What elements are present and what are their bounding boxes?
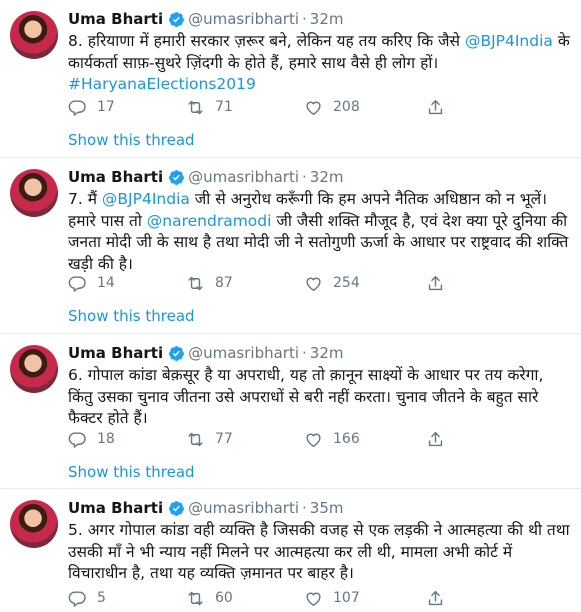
display-name[interactable]: Uma Bharti bbox=[68, 344, 163, 362]
tweet[interactable]: Uma Bharti @umasribharti · 32m 7. मैं @B… bbox=[0, 158, 581, 334]
retweet-icon bbox=[188, 100, 203, 114]
share-icon bbox=[428, 275, 443, 290]
text-segment: 5. अगर गोपाल कांडा वही व्यक्ति है जिसकी … bbox=[68, 521, 570, 582]
display-name[interactable]: Uma Bharti bbox=[68, 10, 163, 28]
share-button[interactable] bbox=[426, 97, 455, 117]
reply-count: 17 bbox=[97, 99, 115, 115]
tweet[interactable]: Uma Bharti @umasribharti · 32m 6. गोपाल … bbox=[0, 334, 581, 489]
hashtag-link[interactable]: #HaryanaElections2019 bbox=[68, 75, 256, 93]
tweet-actions: 17 71 208 bbox=[68, 97, 581, 117]
retweet-icon bbox=[188, 432, 203, 446]
timestamp[interactable]: 32m bbox=[310, 344, 344, 362]
retweet-button[interactable]: 77 bbox=[186, 429, 304, 449]
mention-link[interactable]: @BJP4India bbox=[465, 32, 553, 50]
heart-icon bbox=[306, 101, 321, 115]
display-name[interactable]: Uma Bharti bbox=[68, 499, 163, 517]
like-button[interactable]: 208 bbox=[304, 97, 422, 117]
reply-count: 18 bbox=[97, 431, 115, 447]
share-icon bbox=[428, 431, 443, 446]
like-count: 166 bbox=[333, 431, 360, 447]
reply-count: 5 bbox=[97, 590, 106, 606]
share-button[interactable] bbox=[426, 588, 455, 608]
heart-icon bbox=[306, 277, 321, 291]
reply-button[interactable]: 5 bbox=[68, 588, 186, 608]
like-button[interactable]: 166 bbox=[304, 429, 422, 449]
reply-icon bbox=[68, 275, 86, 292]
tweet-text: 7. मैं @BJP4India जी से अनुरोध करूँगी कि… bbox=[68, 189, 571, 277]
retweet-count: 87 bbox=[215, 275, 233, 291]
text-segment: 7. मैं bbox=[68, 190, 102, 208]
tweet-header: Uma Bharti @umasribharti · 32m bbox=[68, 166, 571, 188]
share-icon bbox=[428, 99, 443, 114]
reply-icon bbox=[68, 590, 86, 607]
avatar[interactable] bbox=[10, 11, 58, 59]
tweet-actions: 5 60 107 bbox=[68, 588, 581, 608]
timestamp[interactable]: 32m bbox=[310, 168, 344, 186]
tweet-header: Uma Bharti @umasribharti · 35m bbox=[68, 497, 571, 519]
like-count: 254 bbox=[333, 275, 360, 291]
retweet-icon bbox=[188, 591, 203, 605]
display-name[interactable]: Uma Bharti bbox=[68, 168, 163, 186]
share-button[interactable] bbox=[426, 429, 455, 449]
timestamp[interactable]: 35m bbox=[310, 499, 344, 517]
user-handle[interactable]: @umasribharti bbox=[188, 168, 299, 186]
reply-icon bbox=[68, 99, 86, 116]
retweet-button[interactable]: 71 bbox=[186, 97, 304, 117]
like-button[interactable]: 107 bbox=[304, 588, 422, 608]
retweet-count: 77 bbox=[215, 431, 233, 447]
tweet-header: Uma Bharti @umasribharti · 32m bbox=[68, 342, 571, 364]
like-count: 208 bbox=[333, 99, 360, 115]
like-count: 107 bbox=[333, 590, 360, 606]
user-handle[interactable]: @umasribharti bbox=[188, 10, 299, 28]
user-handle[interactable]: @umasribharti bbox=[188, 499, 299, 517]
tweet-timeline: Uma Bharti @umasribharti · 32m 8. हरियाण… bbox=[0, 0, 581, 612]
share-icon bbox=[428, 590, 443, 605]
tweet-header: Uma Bharti @umasribharti · 32m bbox=[68, 8, 571, 30]
mention-link[interactable]: @narendramodi bbox=[147, 212, 272, 230]
show-thread-link[interactable]: Show this thread bbox=[68, 463, 195, 481]
retweet-count: 60 bbox=[215, 590, 233, 606]
heart-icon bbox=[306, 433, 321, 447]
reply-count: 14 bbox=[97, 275, 115, 291]
show-thread-link[interactable]: Show this thread bbox=[68, 131, 195, 149]
tweet-actions: 18 77 166 bbox=[68, 429, 581, 449]
verified-badge-icon bbox=[168, 11, 185, 28]
show-thread-link[interactable]: Show this thread bbox=[68, 307, 195, 325]
verified-badge-icon bbox=[168, 500, 185, 517]
avatar[interactable] bbox=[10, 500, 58, 548]
reply-button[interactable]: 17 bbox=[68, 97, 186, 117]
heart-icon bbox=[306, 592, 321, 606]
verified-badge-icon bbox=[168, 345, 185, 362]
tweet-text: 8. हरियाणा में हमारी सरकार ज़रूर बने, ले… bbox=[68, 31, 571, 97]
separator-dot: · bbox=[302, 168, 307, 186]
tweet-actions: 14 87 254 bbox=[68, 273, 581, 293]
avatar[interactable] bbox=[10, 169, 58, 217]
retweet-count: 71 bbox=[215, 99, 233, 115]
share-button[interactable] bbox=[426, 273, 455, 293]
tweet-text: 6. गोपाल कांडा बेक़सूर है या अपराधी, यह … bbox=[68, 365, 571, 431]
separator-dot: · bbox=[302, 10, 307, 28]
separator-dot: · bbox=[302, 344, 307, 362]
retweet-button[interactable]: 87 bbox=[186, 273, 304, 293]
text-segment: 6. गोपाल कांडा बेक़सूर है या अपराधी, यह … bbox=[68, 366, 544, 427]
reply-icon bbox=[68, 431, 86, 448]
text-segment: 8. हरियाणा में हमारी सरकार ज़रूर बने, ले… bbox=[68, 32, 465, 50]
avatar[interactable] bbox=[10, 345, 58, 393]
reply-button[interactable]: 14 bbox=[68, 273, 186, 293]
mention-link[interactable]: @BJP4India bbox=[102, 190, 190, 208]
retweet-icon bbox=[188, 276, 203, 290]
user-handle[interactable]: @umasribharti bbox=[188, 344, 299, 362]
reply-button[interactable]: 18 bbox=[68, 429, 186, 449]
retweet-button[interactable]: 60 bbox=[186, 588, 304, 608]
verified-badge-icon bbox=[168, 169, 185, 186]
separator-dot: · bbox=[302, 499, 307, 517]
timestamp[interactable]: 32m bbox=[310, 10, 344, 28]
tweet-text: 5. अगर गोपाल कांडा वही व्यक्ति है जिसकी … bbox=[68, 520, 571, 586]
like-button[interactable]: 254 bbox=[304, 273, 422, 293]
tweet[interactable]: Uma Bharti @umasribharti · 35m 5. अगर गो… bbox=[0, 489, 581, 612]
tweet[interactable]: Uma Bharti @umasribharti · 32m 8. हरियाण… bbox=[0, 0, 581, 158]
